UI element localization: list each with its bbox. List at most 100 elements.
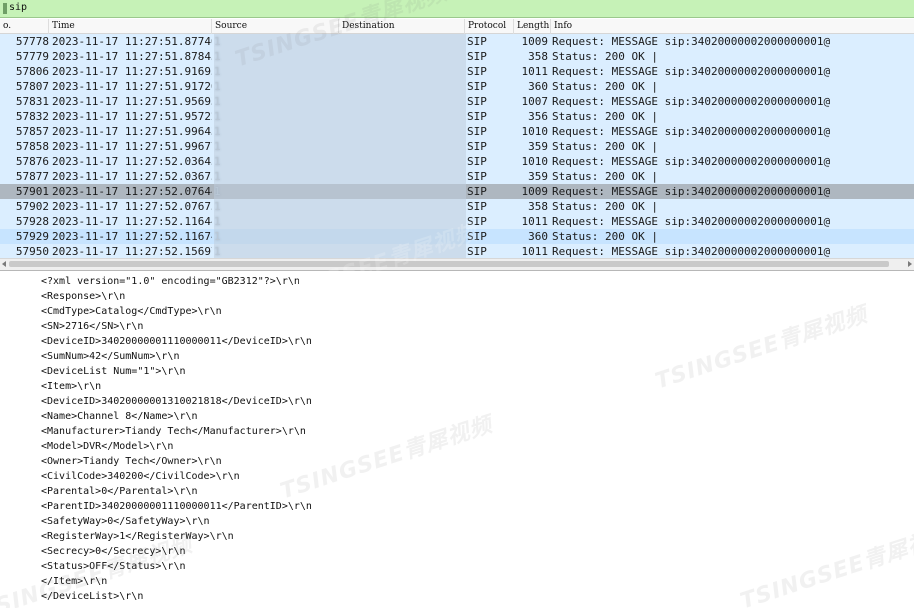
packet-time: 2023-11-17 11:27:52.156976 [52, 245, 212, 258]
xml-line-owner: <Owner>Tiandy Tech</Owner>\r\n [41, 456, 222, 467]
packet-number: 57902 [15, 200, 49, 213]
packet-number: 57950 [15, 245, 49, 258]
packet-row[interactable]: 57779 2023-11-17 11:27:51.878450 1 SIP 3… [0, 49, 914, 64]
packet-length: 359 [528, 170, 548, 183]
packet-number: 57807 [15, 80, 49, 93]
packet-list-horizontal-scrollbar[interactable] [0, 258, 914, 270]
column-header-time[interactable]: Time [49, 19, 212, 34]
packet-protocol: SIP [467, 50, 487, 63]
packet-row[interactable]: 57858 2023-11-17 11:27:51.996779 1 SIP 3… [0, 139, 914, 154]
packet-time: 2023-11-17 11:27:51.996435 [52, 125, 212, 138]
packet-info: Status: 200 OK | [552, 170, 658, 183]
packet-number: 57832 [15, 110, 49, 123]
packet-destination [340, 244, 466, 259]
packet-source: 1 [214, 64, 340, 79]
packet-row[interactable]: 57832 2023-11-17 11:27:51.957224 1 SIP 3… [0, 109, 914, 124]
packet-protocol: SIP [467, 200, 487, 213]
packet-row[interactable]: 57857 2023-11-17 11:27:51.996435 1 SIP 1… [0, 124, 914, 139]
xml-line-secrecy: <Secrecy>0</Secrecy>\r\n [41, 546, 186, 557]
packet-number: 57901 [15, 185, 49, 198]
xml-line-response: <Response>\r\n [41, 291, 126, 302]
packet-info: Request: MESSAGE sip:3402000000200000000… [552, 35, 831, 48]
horizontal-scroll-thumb[interactable] [9, 261, 889, 267]
packet-info: Request: MESSAGE sip:3402000000200000000… [552, 65, 831, 78]
filter-bookmark-icon[interactable] [3, 3, 7, 14]
packet-destination [340, 229, 466, 244]
packet-row[interactable]: 57806 2023-11-17 11:27:51.916959 1 SIP 1… [0, 64, 914, 79]
packet-row[interactable]: 57807 2023-11-17 11:27:51.917268 1 SIP 3… [0, 79, 914, 94]
packet-row[interactable]: 57950 2023-11-17 11:27:52.156976 1 SIP 1… [0, 244, 914, 259]
xml-line-name: <Name>Channel 8</Name>\r\n [41, 411, 198, 422]
xml-line-item-deviceid: <DeviceID>34020000001310021818</DeviceID… [41, 396, 312, 407]
packet-row[interactable]: 57928 2023-11-17 11:27:52.116443 1 SIP 1… [0, 214, 914, 229]
packet-length: 1009 [521, 185, 549, 198]
scroll-left-arrow-icon[interactable] [2, 261, 6, 267]
packet-source: 1 [214, 34, 340, 49]
packet-length: 358 [528, 200, 548, 213]
packet-destination [340, 139, 466, 154]
packet-source: 1 [214, 79, 340, 94]
column-header-destination[interactable]: Destination [339, 19, 465, 34]
packet-destination [340, 109, 466, 124]
packet-info: Status: 200 OK | [552, 200, 658, 213]
selected-packet-row[interactable]: 57901 2023-11-17 11:27:52.076446 1 SIP 1… [0, 184, 914, 199]
xml-line-parentid: <ParentID>34020000001110000011</ParentID… [41, 501, 312, 512]
packet-protocol: SIP [467, 230, 487, 243]
packet-info: Request: MESSAGE sip:3402000000200000000… [552, 245, 831, 258]
column-header-source[interactable]: Source [212, 19, 339, 34]
packet-row[interactable]: 57929 2023-11-17 11:27:52.116749 1 SIP 3… [0, 229, 914, 244]
packet-length: 359 [528, 140, 548, 153]
packet-source: 1 [214, 214, 340, 229]
xml-line-devicelist: <DeviceList Num="1">\r\n [41, 366, 186, 377]
column-header-no[interactable]: o. [0, 19, 49, 34]
packet-protocol: SIP [467, 35, 487, 48]
display-filter-input[interactable] [9, 1, 899, 15]
packet-protocol: SIP [467, 170, 487, 183]
xml-line-manufacturer: <Manufacturer>Tiandy Tech</Manufacturer>… [41, 426, 306, 437]
packet-number: 57877 [15, 170, 49, 183]
packet-number: 57929 [15, 230, 49, 243]
packet-source: 1 [214, 94, 340, 109]
packet-list-pane[interactable]: o. Time Source Destination Protocol Leng… [0, 19, 914, 271]
packet-length: 356 [528, 110, 548, 123]
xml-declaration-line: <?xml version="1.0" encoding="GB2312"?>\… [41, 276, 300, 287]
packet-protocol: SIP [467, 95, 487, 108]
packet-row[interactable]: 57876 2023-11-17 11:27:52.036453 1 SIP 1… [0, 154, 914, 169]
column-header-length[interactable]: Length [514, 19, 551, 34]
packet-protocol: SIP [467, 80, 487, 93]
column-header-info[interactable]: Info [551, 19, 914, 34]
display-filter-bar[interactable] [0, 0, 914, 18]
packet-info: Request: MESSAGE sip:3402000000200000000… [552, 155, 831, 168]
packet-length: 360 [528, 80, 548, 93]
packet-number: 57857 [15, 125, 49, 138]
packet-source: 1 [214, 199, 340, 214]
xml-line-model: <Model>DVR</Model>\r\n [41, 441, 174, 452]
scroll-right-arrow-icon[interactable] [908, 261, 912, 267]
packet-info: Status: 200 OK | [552, 80, 658, 93]
packet-source: 1 [214, 139, 340, 154]
packet-protocol: SIP [467, 125, 487, 138]
packet-details-pane[interactable]: <?xml version="1.0" encoding="GB2312"?>\… [0, 271, 914, 608]
packet-protocol: SIP [467, 185, 487, 198]
packet-source: 1 [214, 229, 340, 244]
packet-time: 2023-11-17 11:27:52.076758 [52, 200, 212, 213]
packet-row[interactable]: 57831 2023-11-17 11:27:51.956937 1 SIP 1… [0, 94, 914, 109]
packet-destination [340, 34, 466, 49]
packet-destination [340, 49, 466, 64]
packet-source: 1 [214, 124, 340, 139]
packet-row[interactable]: 57877 2023-11-17 11:27:52.036756 1 SIP 3… [0, 169, 914, 184]
packet-protocol: SIP [467, 140, 487, 153]
column-header-protocol[interactable]: Protocol [465, 19, 514, 34]
packet-time: 2023-11-17 11:27:52.116443 [52, 215, 212, 228]
xml-line-civilcode: <CivilCode>340200</CivilCode>\r\n [41, 471, 240, 482]
packet-number: 57858 [15, 140, 49, 153]
packet-length: 360 [528, 230, 548, 243]
packet-destination [340, 199, 466, 214]
packet-row[interactable]: 57778 2023-11-17 11:27:51.877467 1 SIP 1… [0, 34, 914, 49]
packet-destination [340, 79, 466, 94]
packet-info: Request: MESSAGE sip:3402000000200000000… [552, 125, 831, 138]
packet-info: Status: 200 OK | [552, 140, 658, 153]
packet-time: 2023-11-17 11:27:52.036756 [52, 170, 212, 183]
packet-info: Request: MESSAGE sip:3402000000200000000… [552, 185, 831, 198]
packet-row[interactable]: 57902 2023-11-17 11:27:52.076758 1 SIP 3… [0, 199, 914, 214]
